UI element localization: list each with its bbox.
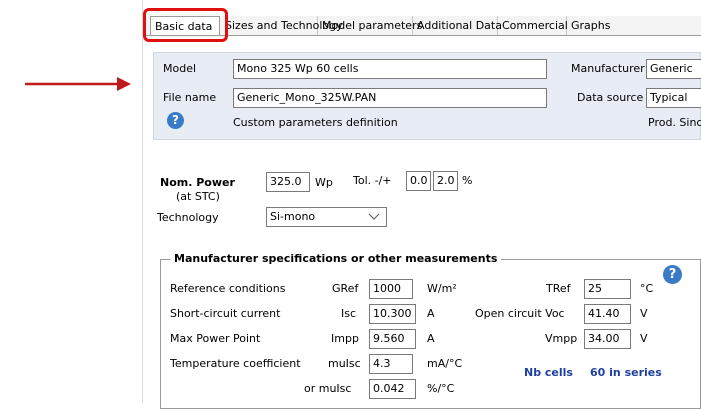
at-stc-label: (at STC) (176, 190, 220, 203)
tref-unit: °C (640, 282, 654, 295)
gref-field[interactable]: 1000 (369, 279, 413, 299)
vmpp-label: Vmpp (545, 332, 578, 345)
impp-field[interactable]: 9.560 (369, 329, 416, 349)
voc-field[interactable]: 41.40 (584, 304, 631, 324)
isc-field[interactable]: 10.300 (369, 304, 416, 324)
tol-minus-field[interactable]: 0.0 (406, 171, 431, 191)
tab-commercial[interactable]: Commercial (498, 16, 568, 35)
technology-label: Technology (157, 211, 219, 224)
vmpp-field[interactable]: 34.00 (584, 329, 631, 349)
voc-unit: V (640, 307, 648, 320)
short-circuit-current-label: Short-circuit current (170, 307, 281, 320)
datasource-field[interactable]: Typical (646, 88, 701, 108)
tolerance-label: Tol. -/+ (353, 174, 392, 187)
annotation-arrow (25, 77, 131, 91)
nb-cells-value: 60 in series (590, 366, 662, 379)
muisc-percent-unit: %/°C (427, 382, 455, 395)
nom-power-label: Nom. Power (160, 176, 235, 189)
manufacturer-label: Manufacturer (571, 62, 645, 75)
tref-field[interactable]: 25 (584, 279, 631, 299)
gref-label: GRef (332, 282, 359, 295)
voc-label: Open circuit Voc (475, 307, 565, 320)
model-field[interactable]: Mono 325 Wp 60 cells (233, 59, 547, 79)
help-icon[interactable]: ? (167, 112, 184, 129)
vmpp-unit: V (640, 332, 648, 345)
tab-graphs[interactable]: Graphs (567, 16, 610, 35)
gref-unit: W/m² (427, 282, 457, 295)
max-power-point-label: Max Power Point (170, 332, 261, 345)
isc-label: Isc (341, 307, 357, 320)
custom-parameters-text: Custom parameters definition (233, 116, 398, 129)
temperature-coefficient-label: Temperature coefficient (170, 357, 301, 370)
impp-label: Impp (331, 332, 359, 345)
tab-sizes-and-technology[interactable]: Sizes and Technology (221, 16, 343, 35)
datasource-label: Data source (577, 91, 644, 104)
nom-power-unit: Wp (315, 176, 333, 189)
muisc-unit: mA/°C (427, 357, 463, 370)
muisc-percent-field[interactable]: 0.042 (369, 379, 416, 399)
chevron-down-icon[interactable] (368, 213, 380, 221)
model-label: Model (163, 62, 197, 75)
tol-unit: % (462, 174, 473, 187)
tab-highlight-box (143, 8, 228, 42)
impp-unit: A (427, 332, 435, 345)
help-icon[interactable]: ? (663, 265, 682, 284)
or-muisc-label: or muIsc (304, 382, 352, 395)
nom-power-field[interactable]: 325.0 (266, 172, 310, 192)
specs-title: Manufacturer specifications or other mea… (170, 252, 502, 265)
reference-conditions-label: Reference conditions (170, 282, 286, 295)
isc-unit: A (427, 307, 435, 320)
manufacturer-field[interactable]: Generic (646, 59, 701, 79)
tol-plus-field[interactable]: 2.0 (433, 171, 458, 191)
tref-label: TRef (546, 282, 571, 295)
muisc-field[interactable]: 4.3 (369, 354, 413, 374)
filename-label: File name (163, 91, 217, 104)
tab-model-parameters[interactable]: Model parameters (318, 16, 422, 35)
nb-cells-label: Nb cells (524, 366, 573, 379)
prod-since-label: Prod. Since (648, 116, 701, 129)
muisc-label: muIsc (328, 357, 361, 370)
filename-field[interactable]: Generic_Mono_325W.PAN (233, 88, 547, 108)
tab-additional-data[interactable]: Additional Data (413, 16, 502, 35)
